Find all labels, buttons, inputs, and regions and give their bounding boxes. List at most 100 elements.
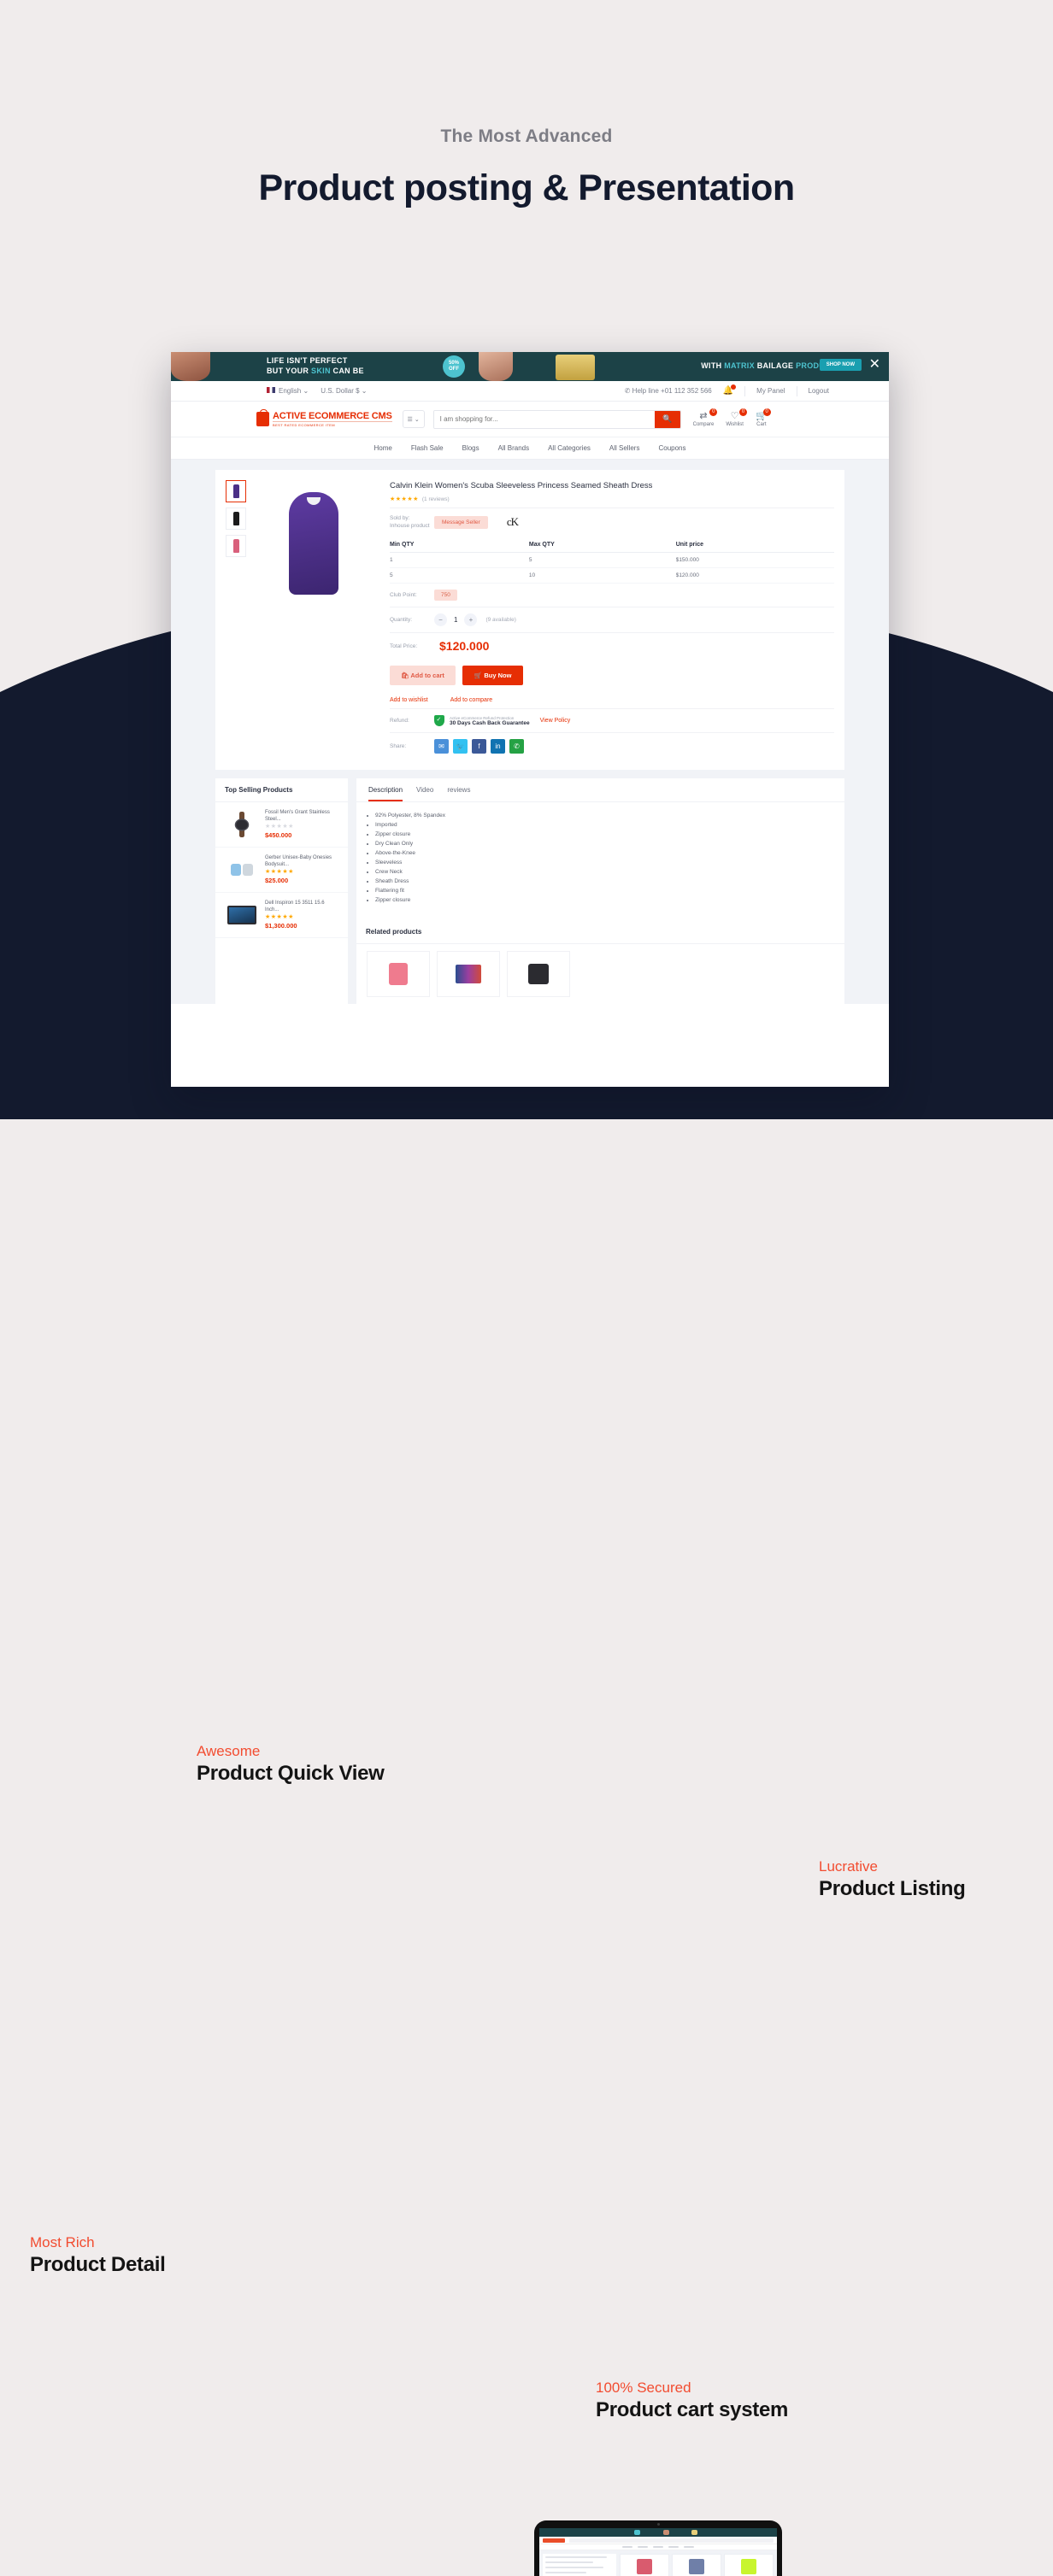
facebook-icon[interactable]: f <box>472 739 486 754</box>
product-thumbnail <box>225 900 259 930</box>
compare-button[interactable]: ⇄ 0 Compare <box>693 408 718 427</box>
list-item[interactable]: Gerber Unisex-Baby Onesies Bodysuit... ★… <box>215 848 348 893</box>
logo-subtitle: BEST RATED ECOMMERCE ITEM <box>273 421 392 427</box>
promo-product-image <box>556 355 595 380</box>
quantity-increment-button[interactable]: + <box>464 613 478 626</box>
nav-item-all-sellers[interactable]: All Sellers <box>609 444 640 452</box>
linkedin-icon[interactable]: in <box>491 739 505 754</box>
nav-item-coupons[interactable]: Coupons <box>658 444 685 452</box>
related-products-heading: Related products <box>356 920 844 944</box>
related-product-2[interactable] <box>437 951 500 997</box>
list-item: Sheath Dress <box>375 877 826 886</box>
listing-label: Lucrative Product Listing <box>819 1858 966 1901</box>
hero-kicker: The Most Advanced <box>440 126 613 146</box>
rating-stars: ★★★★★ <box>390 496 419 502</box>
add-to-compare-link[interactable]: Add to compare <box>450 697 492 703</box>
list-item[interactable]: Fossil Men's Grant Stainless Steel... ★★… <box>215 802 348 848</box>
message-seller-button[interactable]: Message Seller <box>434 515 488 529</box>
hero-section: The Most Advanced Product posting & Pres… <box>0 0 1053 1119</box>
review-count: (1 reviews) <box>421 496 450 502</box>
language-selector[interactable]: English ⌄ <box>267 387 309 395</box>
close-icon[interactable]: ✕ <box>869 358 880 372</box>
nav-item-blogs[interactable]: Blogs <box>462 444 479 452</box>
column-unit-price: Unit price <box>675 537 834 553</box>
add-to-wishlist-link[interactable]: Add to wishlist <box>390 697 428 703</box>
product-thumbnail-2[interactable] <box>226 508 246 530</box>
product-grid <box>620 2554 774 2576</box>
notification-bell-icon[interactable]: 🔔 <box>723 384 737 396</box>
promo-model-image-2 <box>479 352 513 381</box>
search-input[interactable] <box>433 410 655 428</box>
page-title: Product posting & Presentation <box>258 167 795 208</box>
quantity-value: 1 <box>454 616 458 624</box>
product-name: Dell Inspiron 15 3511 15.6 Inch... <box>265 901 325 912</box>
quick-view-label: Awesome Product Quick View <box>197 1743 385 1786</box>
cart-title: Product cart system <box>596 2398 789 2421</box>
quick-view-title: Product Quick View <box>197 1762 385 1785</box>
rating-stars: ★★★★★ <box>265 869 294 875</box>
promo-text: LIFE ISN'T PERFECT BUT YOUR SKIN CAN BE <box>267 355 364 376</box>
related-product-3[interactable] <box>507 951 570 997</box>
hamburger-icon: ☰ <box>407 416 413 423</box>
quantity-row: Quantity: − 1 + (9 available) <box>390 607 834 632</box>
helpline-text: ✆ Help line +01 112 352 566 <box>624 387 712 395</box>
cart-label: 100% Secured Product cart system <box>596 2379 788 2422</box>
nav-item-flash-sale[interactable]: Flash Sale <box>411 444 444 452</box>
seller-row: Sold by: Inhouse product Message Seller c… <box>390 508 834 536</box>
top-selling-panel: Top Selling Products Fossil Men's Grant … <box>215 778 348 1004</box>
currency-selector[interactable]: U.S. Dollar $ ⌄ <box>321 387 367 395</box>
whatsapp-icon[interactable]: ✆ <box>509 739 524 754</box>
rating-stars: ★★★★★ <box>265 914 294 920</box>
refund-guarantee-text: 30 Days Cash Back Guarantee <box>450 719 530 726</box>
cart-button[interactable]: 🛒 0 Cart <box>756 408 771 427</box>
total-price-label: Total Price: <box>390 643 418 649</box>
logout-link[interactable]: Logout <box>809 387 829 395</box>
tab-list: Description Video reviews <box>356 778 844 802</box>
description-list: 92% Polyester, 8% Spandex Imported Zippe… <box>356 802 844 913</box>
flag-icon <box>267 387 275 393</box>
quantity-decrement-button[interactable]: − <box>434 613 447 626</box>
promo-line-2: BUT YOUR SKIN CAN BE <box>267 367 364 375</box>
product-detail-area: Calvin Klein Women's Scuba Sleeveless Pr… <box>171 460 889 1004</box>
store-logo[interactable]: ACTIVE ECOMMERCE CMS BEST RATED ECOMMERC… <box>256 409 392 427</box>
product-thumbnail-1[interactable] <box>226 480 246 502</box>
search-bar[interactable]: 🔍 <box>432 409 681 429</box>
nav-item-home[interactable]: Home <box>374 444 391 452</box>
sold-by-value: Inhouse product <box>390 523 430 529</box>
twitter-icon[interactable]: 🐦 <box>453 739 468 754</box>
product-price: $25.000 <box>265 877 289 884</box>
tab-reviews[interactable]: reviews <box>447 786 470 801</box>
product-main-image[interactable] <box>250 480 378 760</box>
top-selling-heading: Top Selling Products <box>215 778 348 802</box>
listing-kicker: Lucrative <box>819 1858 878 1875</box>
refund-label: Refund: <box>390 718 409 724</box>
email-icon[interactable]: ✉ <box>434 739 449 754</box>
list-item[interactable]: Dell Inspiron 15 3511 15.6 Inch... ★★★★★… <box>215 893 348 938</box>
cart-kicker: 100% Secured <box>596 2379 691 2396</box>
promo-banner[interactable]: LIFE ISN'T PERFECT BUT YOUR SKIN CAN BE … <box>171 352 889 381</box>
related-product-1[interactable] <box>367 951 430 997</box>
tab-description[interactable]: Description <box>368 786 403 801</box>
product-thumbnail-3[interactable] <box>226 535 246 557</box>
detail-kicker: Most Rich <box>30 2234 95 2250</box>
column-min-qty: Min QTY <box>390 537 529 553</box>
category-menu-button[interactable]: ☰ ⌄ <box>402 410 425 428</box>
promo-shop-now-button[interactable]: SHOP NOW <box>819 359 862 371</box>
product-thumbnail-list <box>226 480 250 760</box>
tab-video[interactable]: Video <box>416 786 433 801</box>
my-panel-link[interactable]: My Panel <box>756 387 785 395</box>
nav-item-all-categories[interactable]: All Categories <box>548 444 591 452</box>
showcase-section: Awesome Product Quick View Lucrative Pro… <box>0 1653 1053 2576</box>
view-policy-link[interactable]: View Policy <box>540 718 571 724</box>
mini-promo-bar <box>539 2528 777 2537</box>
category-sidebar <box>543 2554 617 2576</box>
nav-item-all-brands[interactable]: All Brands <box>498 444 529 452</box>
add-to-cart-button[interactable]: 🛍 Add to cart <box>390 666 456 685</box>
buy-now-button[interactable]: 🛒 Buy Now <box>462 666 524 685</box>
quick-view-kicker: Awesome <box>197 1743 261 1759</box>
brand-logo: cK <box>506 515 519 528</box>
search-icon[interactable]: 🔍 <box>654 410 680 428</box>
wishlist-button[interactable]: ♡ 0 Wishlist <box>726 408 747 427</box>
dress-image <box>289 492 338 595</box>
list-item: Imported <box>375 820 826 830</box>
